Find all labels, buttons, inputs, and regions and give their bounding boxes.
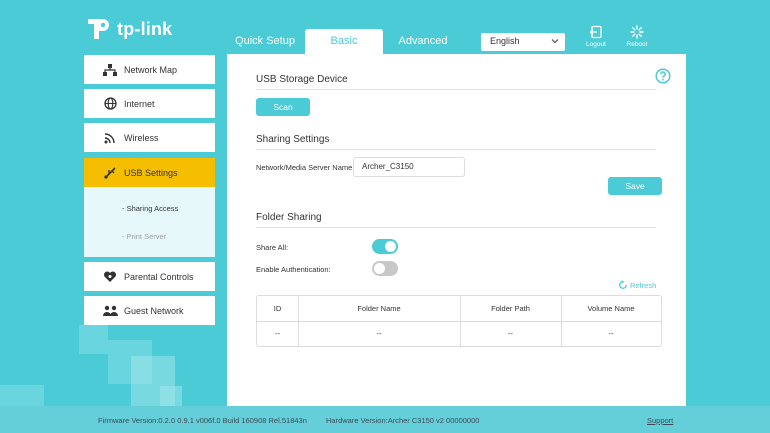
usb-submenu: - Sharing Access - Print Server — [84, 187, 215, 257]
logo-text: tp-link — [117, 18, 173, 39]
tp-link-logo-icon — [88, 19, 109, 39]
section-divider — [256, 149, 656, 150]
refresh-button[interactable]: Refresh — [618, 280, 656, 290]
language-selected-value: English — [490, 36, 520, 46]
background-decoration — [79, 325, 108, 354]
sidebar-item-usb-settings[interactable]: USB Settings — [84, 158, 215, 187]
enable-authentication-toggle[interactable] — [372, 261, 398, 276]
section-divider — [256, 89, 656, 90]
server-name-input[interactable]: Archer_C3150 — [353, 157, 465, 177]
sidebar-item-label: Wireless — [124, 132, 159, 143]
tp-link-logo: tp-link — [84, 15, 172, 43]
logout-button[interactable]: Logout — [579, 25, 613, 48]
toggle-knob — [385, 241, 396, 252]
reboot-icon — [630, 25, 644, 39]
network-map-icon — [102, 63, 118, 77]
server-name-label: Network/Media Server Name: — [256, 163, 355, 172]
refresh-label: Refresh — [630, 280, 657, 290]
usb-icon — [102, 166, 118, 180]
sidebar-item-internet[interactable]: Internet — [84, 89, 215, 118]
logout-icon — [589, 25, 602, 39]
tab-quick-setup[interactable]: Quick Setup — [231, 29, 299, 54]
reboot-button[interactable]: Reboot — [620, 25, 654, 48]
main-panel: USB Storage Device Scan Sharing Settings… — [227, 54, 686, 406]
usb-storage-title: USB Storage Device — [256, 74, 348, 85]
table-cell: -- — [508, 329, 513, 338]
enable-authentication-label: Enable Authentication: — [256, 265, 331, 274]
sidebar-item-label: USB Settings — [124, 167, 178, 178]
table-cell: -- — [275, 329, 280, 338]
sidebar-item-parental-controls[interactable]: Parental Controls — [84, 262, 215, 291]
tab-advanced[interactable]: Advanced — [392, 29, 454, 54]
table-cell: -- — [608, 329, 614, 338]
logout-label: Logout — [586, 41, 606, 48]
folder-sharing-title: Folder Sharing — [256, 212, 322, 223]
sidebar-item-guest-network[interactable]: Guest Network — [84, 296, 215, 325]
guest-users-icon — [102, 304, 118, 318]
table-header-folder-name: Folder Name — [357, 304, 401, 313]
tab-basic[interactable]: Basic — [305, 29, 383, 54]
background-decoration — [160, 386, 182, 406]
table-cell: -- — [376, 329, 382, 338]
sidebar-item-wireless[interactable]: Wireless — [84, 123, 215, 152]
sharing-settings-title: Sharing Settings — [256, 134, 330, 145]
globe-icon — [102, 97, 118, 111]
server-name-value: Archer_C3150 — [362, 162, 414, 171]
section-divider — [256, 227, 656, 228]
table-header-folder-path: Folder Path — [491, 304, 530, 313]
table-header-id: ID — [273, 304, 282, 313]
share-all-label: Share All: — [256, 243, 289, 252]
reboot-label: Reboot — [626, 41, 648, 48]
submenu-print-server[interactable]: - Print Server — [122, 232, 166, 241]
help-button[interactable] — [655, 68, 671, 89]
sidebar-item-label: Guest Network — [124, 305, 184, 316]
sidebar-item-label: Internet — [124, 98, 155, 109]
sidebar-item-network-map[interactable]: Network Map — [84, 55, 215, 84]
language-select[interactable]: English — [481, 33, 565, 51]
support-link[interactable]: Support — [647, 416, 673, 425]
footer: Firmware Version:0.2.0 0.9.1 v006f.0 Bui… — [0, 406, 770, 433]
toggle-knob — [374, 263, 385, 274]
hardware-version: Hardware Version:Archer C3150 v2 0000000… — [326, 416, 480, 425]
sidebar-item-label: Parental Controls — [124, 271, 194, 282]
save-button[interactable]: Save — [608, 177, 662, 195]
scan-button[interactable]: Scan — [256, 98, 310, 116]
heart-icon — [102, 270, 118, 284]
background-decoration — [0, 385, 44, 406]
wifi-icon — [102, 131, 118, 145]
chevron-down-icon — [551, 39, 559, 44]
submenu-sharing-access[interactable]: - Sharing Access — [122, 204, 178, 213]
firmware-version: Firmware Version:0.2.0 0.9.1 v006f.0 Bui… — [98, 416, 307, 425]
share-all-toggle[interactable] — [372, 239, 398, 254]
refresh-icon — [619, 280, 627, 289]
table-header-volume-name: Volume Name — [587, 304, 635, 313]
folder-table: ID Folder Name Folder Path Volume Name -… — [256, 295, 662, 347]
sidebar-item-label: Network Map — [124, 64, 178, 75]
help-icon — [655, 68, 671, 84]
